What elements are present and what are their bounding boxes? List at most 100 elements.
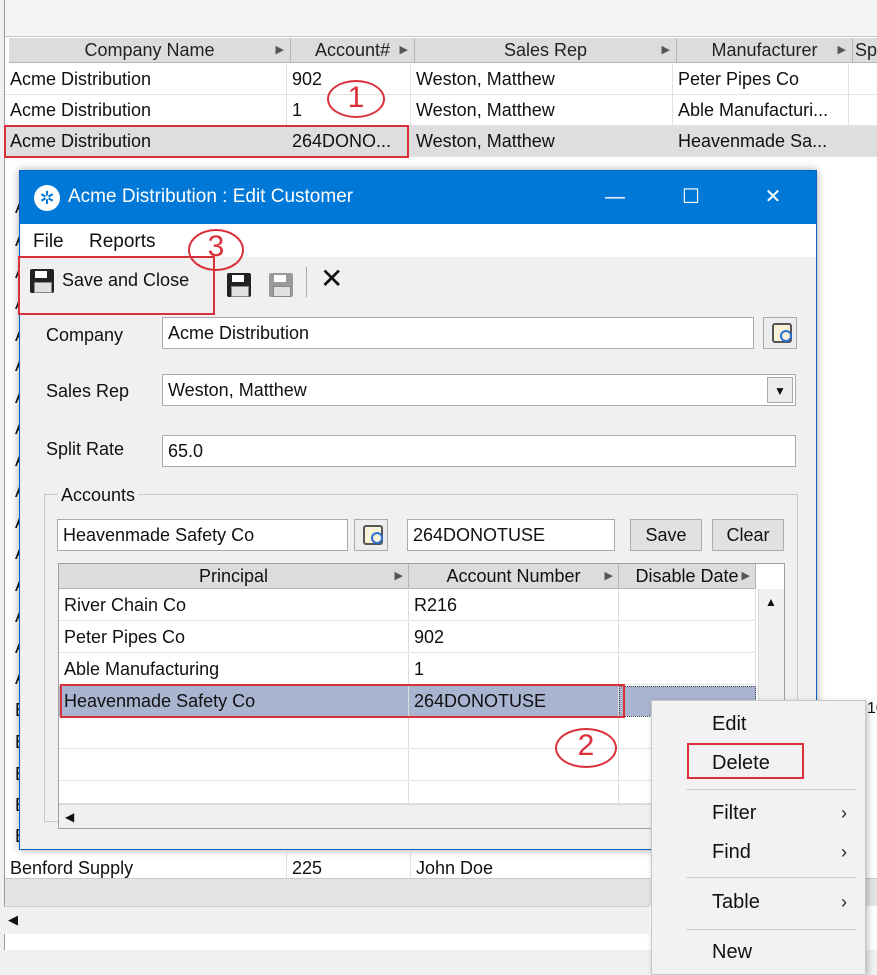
empty-cell: [59, 750, 409, 781]
context-menu-table[interactable]: Table: [712, 891, 760, 914]
submenu-arrow-icon: ›: [841, 803, 847, 823]
maximize-icon[interactable]: ☐: [676, 183, 706, 211]
scroll-left-icon[interactable]: ◀: [8, 912, 18, 928]
toolbar: Save and Close ✕: [20, 257, 816, 307]
minimize-icon[interactable]: —: [600, 183, 630, 211]
context-menu-find[interactable]: Find: [712, 841, 751, 864]
delete-x-icon[interactable]: ✕: [320, 264, 343, 294]
principal-cell: Heavenmade Safety Co: [59, 686, 409, 717]
table-row[interactable]: Acme Distribution 1 Weston, Matthew Able…: [5, 95, 877, 126]
context-menu-filter[interactable]: Filter: [712, 802, 756, 825]
context-menu-new[interactable]: New: [712, 941, 752, 964]
sales-rep-value: Weston, Matthew: [168, 380, 307, 400]
column-header-label: Account#: [314, 40, 391, 60]
company-cell: Benford Supply: [5, 853, 287, 879]
manufacturer-cell: Able Manufacturi...: [673, 95, 849, 126]
table-row-selected[interactable]: Acme Distribution 264DONO... Weston, Mat…: [5, 126, 877, 157]
step-2-marker: 2: [555, 728, 617, 768]
submenu-arrow-icon: ›: [841, 892, 847, 912]
column-header-sales-rep[interactable]: Sales Rep ▶: [415, 38, 677, 63]
dialog-titlebar[interactable]: ✲ Acme Distribution : Edit Customer — ☐ …: [20, 171, 816, 224]
column-menu-arrow-icon[interactable]: ▶: [838, 38, 846, 62]
save-and-close-label: Save and Close: [62, 270, 190, 290]
grid-horizontal-scrollbar[interactable]: ◀: [4, 906, 649, 934]
table-row[interactable]: Peter Pipes Co 902: [59, 622, 756, 653]
account-number-cell: 1: [409, 654, 619, 685]
account-number-field[interactable]: 264DONOTUSE: [407, 519, 615, 551]
table-row[interactable]: River Chain Co R216: [59, 590, 756, 621]
sales-rep-cell: Weston, Matthew: [411, 95, 673, 126]
menu-file[interactable]: File: [33, 231, 64, 253]
column-menu-arrow-icon[interactable]: ▶: [742, 564, 750, 588]
chevron-down-icon[interactable]: ▼: [767, 377, 793, 403]
close-icon[interactable]: ✕: [758, 183, 788, 211]
company-lookup-button[interactable]: [763, 317, 797, 349]
empty-cell: [59, 718, 409, 749]
account-cell: 225: [287, 853, 411, 879]
company-cell: Acme Distribution: [5, 95, 287, 126]
column-header-label: Account Number: [446, 566, 581, 586]
column-menu-arrow-icon[interactable]: ▶: [605, 564, 613, 588]
manufacturer-cell: Peter Pipes Co: [673, 64, 849, 95]
menu-separator: [686, 789, 856, 790]
menu-separator: [686, 877, 856, 878]
column-header-label: Company Name: [84, 40, 215, 60]
sales-rep-select[interactable]: Weston, Matthew ▼: [162, 374, 796, 406]
table-row[interactable]: Acme Distribution 902 Weston, Matthew Pe…: [5, 64, 877, 95]
principal-cell: River Chain Co: [59, 590, 409, 621]
column-menu-arrow-icon[interactable]: ▶: [662, 38, 670, 62]
scroll-up-icon[interactable]: ▲: [765, 595, 777, 609]
account-number-cell: 264DONOTUSE: [409, 686, 619, 717]
column-header-company-name[interactable]: Company Name ▶: [9, 38, 291, 63]
lookup-icon: [772, 323, 792, 343]
account-cell: 264DONO...: [287, 126, 411, 157]
column-menu-arrow-icon[interactable]: ▶: [400, 38, 408, 62]
column-menu-arrow-icon[interactable]: ▶: [395, 564, 403, 588]
scroll-left-icon[interactable]: ◀: [65, 810, 74, 824]
column-header-split[interactable]: Spl: [853, 38, 877, 63]
save-as-icon[interactable]: [269, 273, 293, 297]
company-field[interactable]: Acme Distribution: [162, 317, 754, 349]
company-cell: Acme Distribution: [5, 64, 287, 95]
manufacturer-cell: Heavenmade Sa...: [673, 126, 849, 157]
context-menu-edit[interactable]: Edit: [712, 713, 746, 736]
column-header-manufacturer[interactable]: Manufacturer ▶: [677, 38, 853, 63]
save-close-floppy-icon: [30, 269, 54, 293]
submenu-arrow-icon: ›: [841, 842, 847, 862]
company-cell: Acme Distribution: [5, 126, 287, 157]
column-header-account-number[interactable]: Account Number ▶: [409, 564, 619, 589]
empty-cell: [409, 782, 619, 804]
partial-cell-value: 10: [867, 700, 877, 717]
column-header-label: Principal: [198, 566, 269, 586]
principal-field[interactable]: Heavenmade Safety Co: [57, 519, 348, 551]
column-header-label: Spl: [855, 40, 877, 60]
column-menu-arrow-icon[interactable]: ▶: [276, 38, 284, 62]
column-header-principal[interactable]: Principal ▶: [59, 564, 409, 589]
context-menu-delete[interactable]: Delete: [712, 752, 770, 775]
split-rate-field[interactable]: 65.0: [162, 435, 796, 467]
menu-reports[interactable]: Reports: [89, 231, 156, 253]
principal-lookup-button[interactable]: [354, 519, 388, 551]
account-clear-button[interactable]: Clear: [712, 519, 784, 551]
menu-bar: File Reports: [20, 224, 816, 257]
company-label: Company: [46, 325, 124, 345]
split-rate-label: Split Rate: [46, 439, 125, 459]
accounts-legend: Accounts: [58, 485, 139, 506]
table-row[interactable]: Able Manufacturing 1: [59, 654, 756, 685]
column-header-disable-date[interactable]: Disable Date ▶: [619, 564, 756, 589]
column-header-label: Manufacturer: [711, 40, 818, 60]
empty-cell: [59, 782, 409, 804]
principal-cell: Peter Pipes Co: [59, 622, 409, 653]
app-logo-icon: ✲: [34, 185, 60, 211]
lookup-icon: [363, 525, 383, 545]
account-save-button[interactable]: Save: [630, 519, 702, 551]
account-number-cell: R216: [409, 590, 619, 621]
save-icon[interactable]: [227, 273, 251, 297]
step-1-marker: 1: [327, 80, 385, 118]
sales-rep-label: Sales Rep: [46, 381, 130, 401]
sales-rep-cell: Weston, Matthew: [411, 64, 673, 95]
disable-date-cell: [619, 622, 756, 653]
column-header-account[interactable]: Account# ▶: [291, 38, 415, 63]
menu-separator: [686, 929, 856, 930]
context-menu: Edit Delete Filter › Find › Table › New: [651, 700, 866, 975]
